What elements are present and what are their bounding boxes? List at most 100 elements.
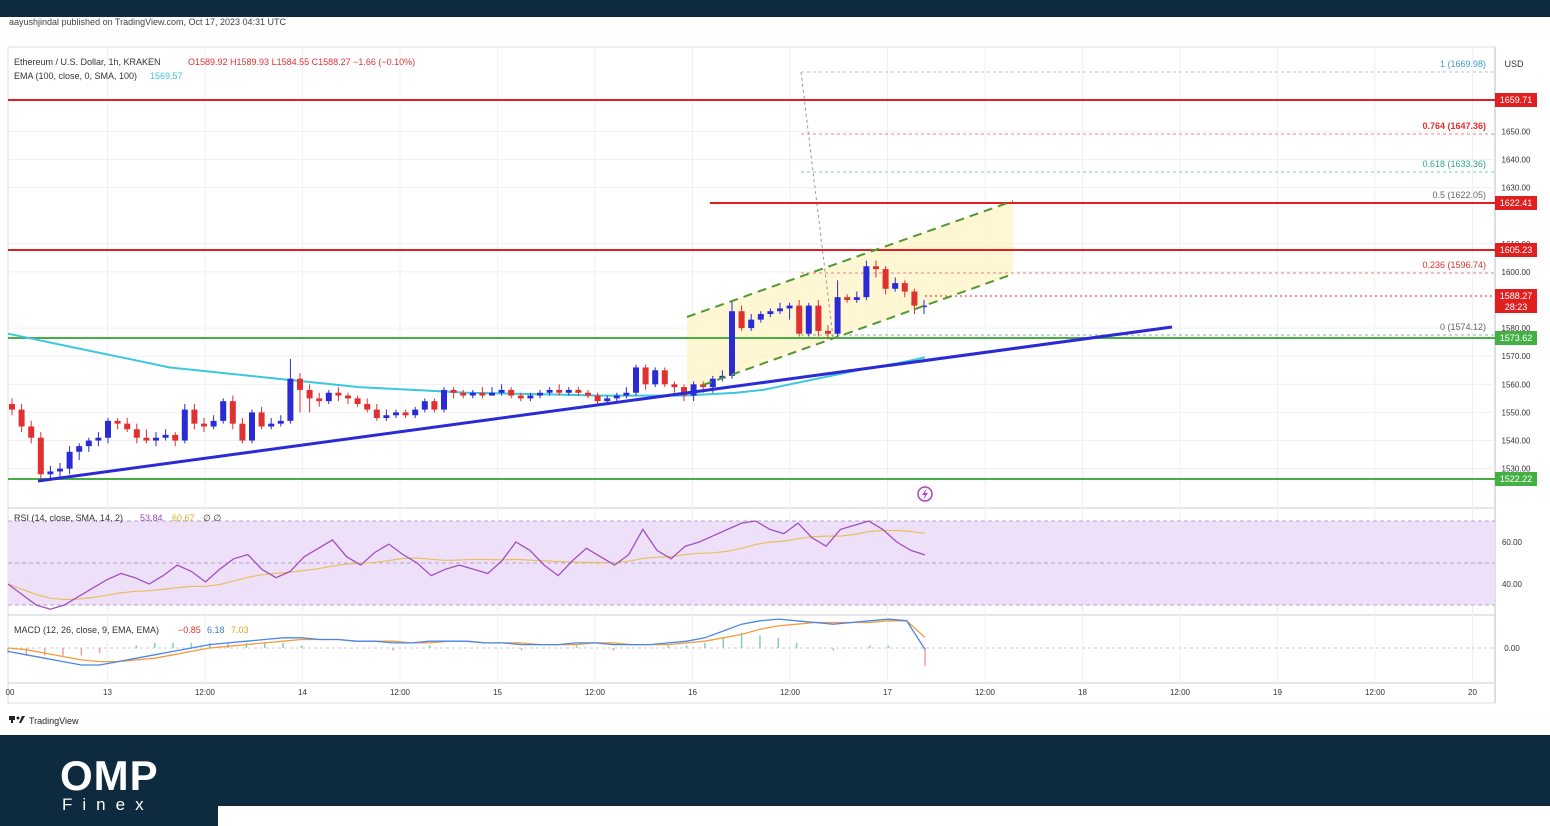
time-tick-label: 12:00 [195, 688, 216, 697]
candle-body [172, 434, 179, 441]
candle-body [421, 401, 428, 410]
candle-body [623, 392, 630, 396]
rising-channel-fill [687, 201, 1013, 390]
currency-label: USD [1504, 59, 1524, 69]
candle-body [373, 409, 380, 419]
price-tick-label: 1540.00 [1502, 437, 1531, 446]
macd-legend-label: MACD (12, 26, close, 9, EMA, EMA) [14, 625, 159, 635]
candle-body [306, 389, 313, 399]
price-tick-label: 1630.00 [1502, 184, 1531, 193]
candle-body [834, 297, 841, 334]
candle-body [853, 297, 860, 300]
candle-body [469, 392, 476, 396]
price-tag-s2: 1522.22 [1495, 472, 1537, 486]
svg-text:1573.62: 1573.62 [1500, 333, 1533, 343]
candle-body [757, 314, 764, 320]
candle-body [748, 319, 755, 329]
candle-body [249, 412, 255, 441]
candle-body [393, 412, 399, 416]
candle-body [450, 389, 457, 393]
fib-label-05: 0.5 (1622.05) [1432, 190, 1486, 200]
candle-body [796, 305, 803, 334]
candle-body [85, 440, 92, 447]
candle-body [402, 412, 409, 416]
time-tick-label: 12:00 [390, 688, 411, 697]
candle-body [652, 370, 659, 385]
candle-body [911, 291, 918, 306]
candle-body [210, 420, 217, 427]
legend-ohlc: O1589.92 H1589.93 L1584.55 C1588.27 −1.6… [188, 57, 415, 67]
macd-hist-legend-value: 7.03 [231, 625, 249, 635]
candle-body [556, 389, 563, 393]
fib-label-0618: 0.618 (1633.36) [1422, 159, 1486, 169]
candle-body [258, 412, 265, 427]
fib-label-0236: 0.236 (1596.74) [1422, 260, 1486, 270]
candle-body [277, 420, 284, 424]
price-tick-label: 1600.00 [1502, 268, 1531, 277]
macd-tick-0: 0.00 [1504, 644, 1520, 653]
candle-body [594, 395, 601, 402]
candle-body [220, 401, 227, 421]
price-tick-label: 1550.00 [1502, 408, 1531, 417]
fib-label-0: 0 (1574.12) [1440, 322, 1486, 332]
candle-body [143, 437, 150, 441]
svg-text:1659.71: 1659.71 [1500, 95, 1533, 105]
price-tag-current: 1588.27 28:23 [1495, 289, 1537, 313]
rsi-tick-40: 40.00 [1502, 580, 1523, 589]
rsi-tick-60: 60.00 [1502, 538, 1523, 547]
candle-body [844, 297, 851, 300]
candle-body [882, 269, 889, 289]
candle-body [537, 392, 543, 396]
candle-body [738, 311, 745, 329]
candle-body [105, 420, 111, 438]
candle-body [575, 389, 582, 393]
macd-legend-value: −0.85 [178, 625, 201, 635]
candle-body [37, 437, 44, 475]
candle-body [508, 389, 515, 396]
eth-usd-chart[interactable]: 1 (1669.98) 0.764 (1647.36) 0.618 (1633.… [0, 0, 1550, 735]
time-tick-label: 18 [1078, 688, 1087, 697]
candle-body [671, 384, 678, 388]
lightning-icon[interactable] [917, 486, 933, 502]
candle-body [239, 423, 246, 441]
time-tick-label: 13 [103, 688, 112, 697]
candle-body [604, 398, 611, 402]
candle-body [873, 266, 879, 270]
svg-text:1622.41: 1622.41 [1500, 198, 1533, 208]
candle-body [479, 392, 486, 396]
candle-body [162, 434, 169, 438]
ascending-trendline[interactable] [37, 325, 1173, 483]
candle-body [335, 392, 342, 396]
candle-body [57, 468, 63, 472]
time-tick-label: 15 [493, 688, 502, 697]
svg-text:1605.23: 1605.23 [1500, 245, 1533, 255]
rsi-legend-extra: ∅ ∅ [203, 513, 221, 523]
price-tag-r1: 1659.71 [1495, 93, 1537, 107]
time-tick-label: 00 [6, 688, 15, 697]
candle-body [201, 423, 207, 427]
candle-body [297, 378, 303, 390]
candle-body [114, 420, 121, 424]
candle-body [268, 423, 275, 427]
candle-body [47, 471, 54, 475]
legend-symbol: Ethereum / U.S. Dollar, 1h, KRAKEN [14, 57, 161, 67]
candle-body [354, 398, 361, 404]
candle-body [95, 437, 102, 441]
candle-body [585, 392, 591, 396]
svg-text:1522.22: 1522.22 [1500, 474, 1533, 484]
time-tick-label: 14 [298, 688, 307, 697]
candle-body [786, 305, 793, 309]
candle-body [325, 392, 332, 402]
price-tick-label: 1560.00 [1502, 380, 1531, 389]
legend-ema-value: 1569.57 [150, 71, 183, 81]
rsi-ma-legend-value: 60.67 [172, 513, 195, 523]
candle-body [345, 395, 351, 399]
candle-body [642, 367, 649, 385]
macd-signal-legend-value: 6.18 [207, 625, 225, 635]
candle-body [76, 446, 83, 452]
time-tick-label: 19 [1273, 688, 1282, 697]
candle-body [661, 370, 668, 385]
candle-body [316, 398, 323, 402]
candle-body [498, 389, 505, 393]
candle-body [28, 426, 35, 438]
